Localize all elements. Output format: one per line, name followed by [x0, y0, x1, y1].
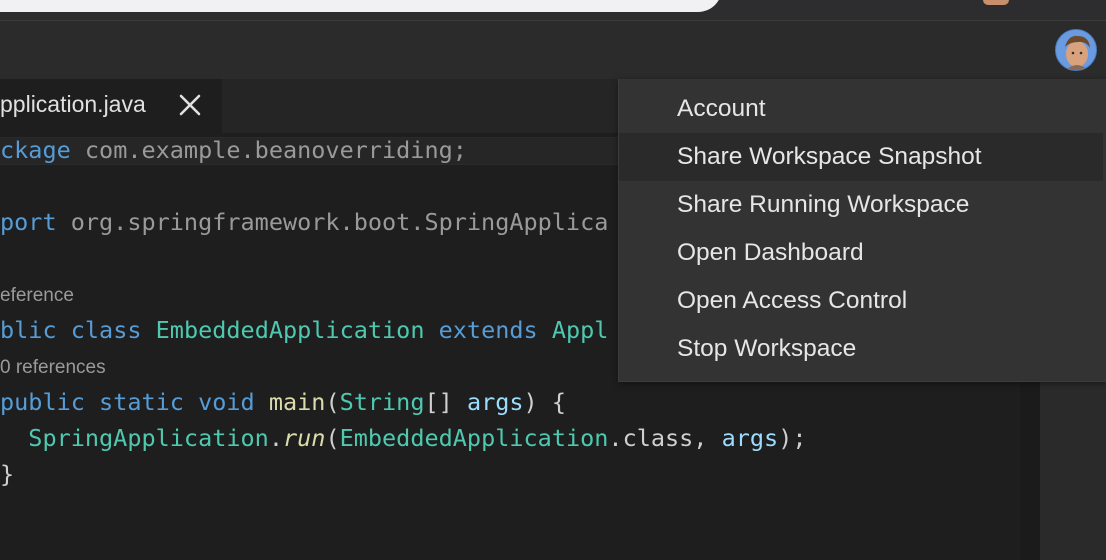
codelens-references[interactable]: eference — [0, 285, 74, 307]
menu-item-open-dashboard[interactable]: Open Dashboard — [619, 229, 1103, 277]
code-line-main: public static void main(String[] args) { — [0, 388, 566, 416]
menu-item-open-access-control[interactable]: Open Access Control — [619, 277, 1103, 325]
side-panel — [1040, 382, 1106, 560]
menu-item-account[interactable]: Account — [619, 85, 1103, 133]
browser-address-bar[interactable] — [0, 0, 722, 12]
browser-profile-icon[interactable] — [983, 0, 1009, 5]
account-menu: Account Share Workspace Snapshot Share R… — [618, 79, 1106, 382]
codelens-references[interactable]: 0 references — [0, 357, 106, 379]
menu-item-share-workspace-snapshot[interactable]: Share Workspace Snapshot — [619, 133, 1103, 181]
code-line-package: ckage com.example.beanoverriding; — [0, 136, 467, 164]
avatar-icon — [1056, 30, 1096, 70]
menu-item-stop-workspace[interactable]: Stop Workspace — [619, 325, 1103, 373]
user-avatar[interactable] — [1055, 29, 1097, 71]
code-line-close-brace: } — [0, 460, 15, 488]
app-header — [0, 20, 1106, 79]
code-line-import: port org.springframework.boot.SpringAppl… — [0, 208, 609, 236]
menu-item-share-running-workspace[interactable]: Share Running Workspace — [619, 181, 1103, 229]
code-line-run: SpringApplication.run(EmbeddedApplicatio… — [28, 424, 807, 452]
code-line-class: blic class EmbeddedApplication extends A… — [0, 316, 609, 344]
close-icon[interactable] — [177, 92, 203, 118]
editor-tab-label: pplication.java — [0, 91, 146, 117]
editor-scrollbar[interactable] — [1020, 382, 1040, 560]
